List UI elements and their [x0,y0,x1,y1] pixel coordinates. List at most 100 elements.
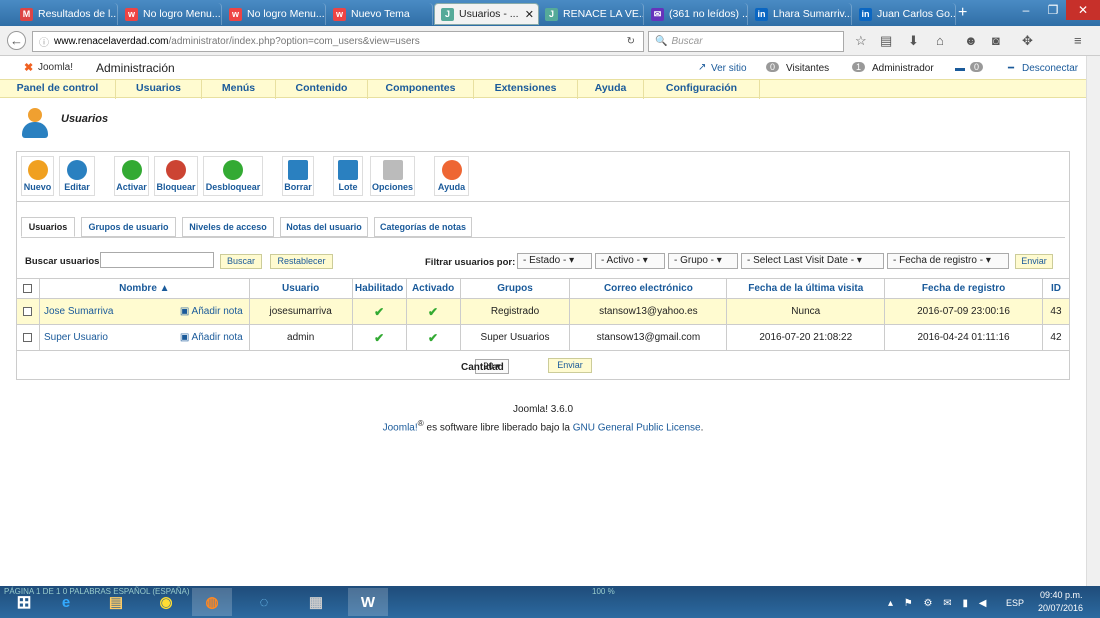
ayuda-button[interactable]: Ayuda [434,156,469,196]
browser-tab[interactable]: w No logro Menu... [119,3,222,25]
editar-button[interactable]: Editar [59,156,95,196]
close-tab-icon[interactable]: ✕ [521,8,534,21]
search-input[interactable]: 🔍 Buscar [648,31,844,52]
browser-tab[interactable]: w No logro Menu... [223,3,326,25]
menu-menus[interactable]: Menús [202,80,276,99]
chat-icon[interactable]: ☻ [964,33,978,48]
menu-panel-de-control[interactable]: Panel de control [0,80,116,99]
col-usuario[interactable]: Usuario [248,278,353,299]
firefox-icon[interactable]: ◍ [192,588,232,616]
col-habilitado[interactable]: Habilitado [351,278,407,299]
browser-tab[interactable]: in Lhara Sumarriv... [749,3,852,25]
browser-tab[interactable]: J Usuarios - ... ✕ [434,3,539,25]
desconectar-link[interactable]: Desconectar [1022,63,1078,74]
bookmark-star-icon[interactable]: ☆ [855,33,867,49]
browser-tab[interactable]: J RENACE LA VE... [539,3,644,25]
add-note-link[interactable]: ▣ Añadir nota [180,306,243,317]
tab-niveles-de-acceso[interactable]: Niveles de acceso [182,217,274,237]
bloquear-label: Bloquear [156,182,196,192]
buscar-button[interactable]: Buscar [220,254,262,269]
maximize-button[interactable]: ❐ [1040,0,1066,20]
grupo-select[interactable]: - Grupo - ▾ [668,253,738,269]
gpl-link[interactable]: GNU General Public License [573,422,701,433]
home-icon[interactable]: ⌂ [936,33,944,48]
menu-configuracion[interactable]: Configuración [644,80,760,99]
search-users-input[interactable] [100,252,214,268]
col-correo[interactable]: Correo electrónico [569,278,728,299]
windows-start-icon[interactable]: ⊞ [4,588,44,616]
tab-grupos-de-usuario[interactable]: Grupos de usuario [81,217,176,237]
menu-usuarios[interactable]: Usuarios [116,80,202,99]
estado-select[interactable]: - Estado - ▾ [517,253,592,269]
chrome-icon[interactable]: ◉ [146,588,186,616]
pocket-icon[interactable]: ◙ [992,33,1000,48]
check-icon[interactable]: ✔ [428,331,438,345]
word-icon[interactable]: W [348,588,388,616]
settings-app-icon[interactable]: ◌ [244,588,284,616]
reload-icon[interactable]: ↻ [627,36,635,47]
download-icon[interactable]: ⬇ [908,33,919,49]
col-id[interactable]: ID [1041,278,1071,299]
activar-button[interactable]: Activar [114,156,149,196]
menu-extensiones[interactable]: Extensiones [474,80,578,99]
ayuda-label: Ayuda [437,182,466,192]
users-table: Nombre ▲ Usuario Habilitado Activado Gru… [16,278,1071,351]
hamburger-menu-icon[interactable]: ≡ [1074,33,1082,48]
activo-select[interactable]: - Activo - ▾ [595,253,665,269]
select-all-checkbox[interactable] [23,283,33,293]
message-count-badge[interactable]: 0 [970,62,984,72]
col-fecha-registro[interactable]: Fecha de registro [884,278,1043,299]
tab-notas-del-usuario[interactable]: Notas del usuario [280,217,368,237]
new-tab-button[interactable]: + [958,4,967,22]
url-bar[interactable]: ⓘ www.renacelaverdad.com /administrator/… [32,31,644,52]
nuevo-button[interactable]: Nuevo [21,156,54,196]
check-icon[interactable]: ✔ [428,305,438,319]
last-visit-value: - Select Last Visit Date - [747,255,855,266]
add-note-link[interactable]: ▣ Añadir nota [180,332,243,343]
col-nombre[interactable]: Nombre ▲ [38,278,250,299]
menu-ayuda[interactable]: Ayuda [578,80,644,99]
menu-componentes[interactable]: Componentes [368,80,474,99]
fecha-registro-select[interactable]: - Fecha de registro - ▾ [887,253,1009,269]
check-icon[interactable]: ✔ [374,331,384,345]
user-name-link[interactable]: Jose Sumarriva [44,306,113,317]
clock-date[interactable]: 20/07/2016 [1038,603,1083,613]
reading-list-icon[interactable]: ▤ [880,33,892,49]
bloquear-button[interactable]: Bloquear [154,156,198,196]
restablecer-button[interactable]: Restablecer [270,254,333,269]
language-indicator[interactable]: ESP [1006,598,1024,608]
clock-time[interactable]: 09:40 p.m. [1040,590,1083,600]
desbloquear-button[interactable]: Desbloquear [203,156,263,196]
last-visit-select[interactable]: - Select Last Visit Date - ▾ [741,253,884,269]
browser-tab[interactable]: w Nuevo Tema [327,3,433,25]
check-icon[interactable]: ✔ [374,305,384,319]
calculator-icon[interactable]: ▦ [296,588,336,616]
user-name-link[interactable]: Super Usuario [44,332,108,343]
file-explorer-icon[interactable]: ▤ [96,588,136,616]
tab-usuarios[interactable]: Usuarios [21,217,75,237]
col-ultima-visita[interactable]: Fecha de la última visita [726,278,886,299]
tray-icons[interactable]: ▴ ⚑ ⚙ ✉ ▮ ◀ [888,598,990,609]
joomla-link[interactable]: Joomla! [383,422,418,433]
row-checkbox[interactable] [23,306,33,316]
row-checkbox[interactable] [23,332,33,342]
extension-icon[interactable]: ✥ [1022,33,1033,49]
enviar-cantidad-button[interactable]: Enviar [548,358,592,373]
browser-tab[interactable]: ✉ (361 no leídos) ... [645,3,748,25]
vertical-scrollbar[interactable] [1086,56,1100,586]
minimize-button[interactable]: – [1012,0,1040,20]
opciones-button[interactable]: Opciones [370,156,415,196]
block-icon [166,160,186,180]
menu-contenido[interactable]: Contenido [276,80,368,99]
borrar-button[interactable]: Borrar [282,156,314,196]
tab-categorias-de-notas[interactable]: Categorías de notas [374,217,472,237]
enviar-filter-button[interactable]: Enviar [1015,254,1053,269]
browser-tab[interactable]: in Juan Carlos Go... [853,3,956,25]
close-window-button[interactable]: ✕ [1066,0,1100,20]
lote-button[interactable]: Lote [333,156,363,196]
ie-icon[interactable]: e [46,588,86,616]
ver-sitio-link[interactable]: Ver sitio [711,63,747,74]
col-activado[interactable]: Activado [405,278,461,299]
back-icon[interactable]: ← [7,31,26,50]
browser-tab[interactable]: M Resultados de l... [14,3,118,25]
